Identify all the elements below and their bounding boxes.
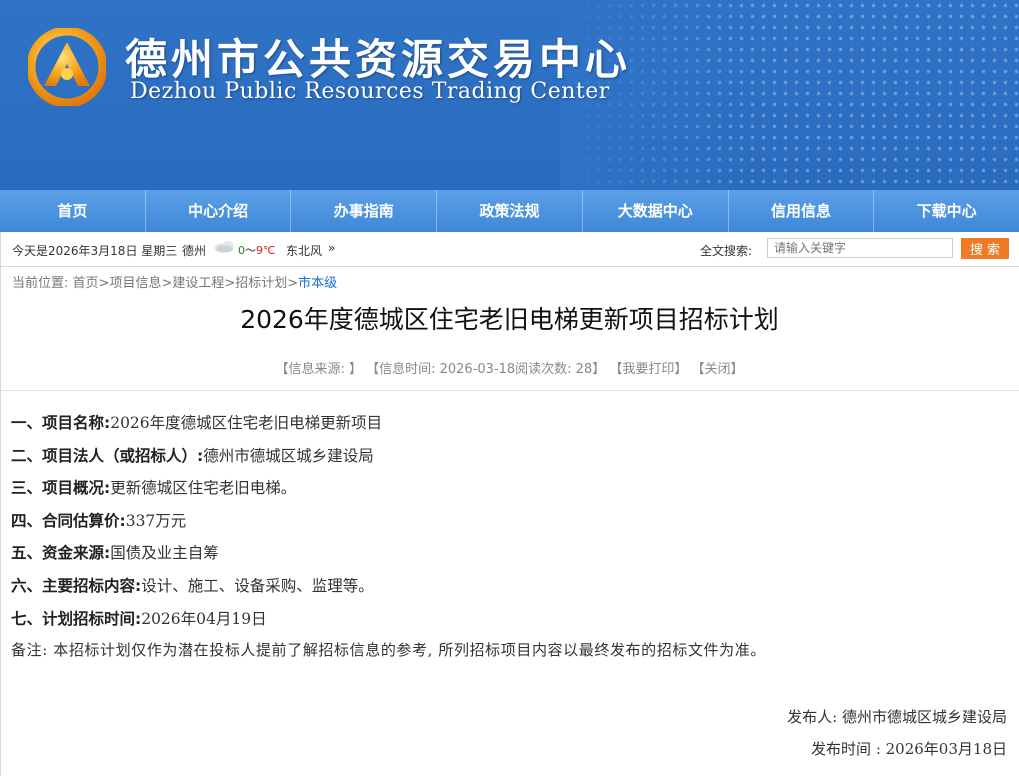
- temp-separator: ～: [245, 244, 256, 257]
- field-project-overview: 三、项目概况:更新德城区住宅老旧电梯。: [11, 476, 766, 509]
- weather-temperature: 0～9℃: [238, 242, 275, 258]
- close-link[interactable]: 【关闭】: [692, 362, 744, 377]
- temp-high: 9℃: [256, 244, 276, 257]
- field-label: 四、合同估算价:: [11, 511, 126, 530]
- field-contract-estimate: 四、合同估算价:337万元: [11, 509, 766, 542]
- breadcrumb: 当前位置: 首页>项目信息>建设工程>招标计划>市本级: [12, 272, 337, 291]
- field-value: 2026年度德城区住宅老旧电梯更新项目: [110, 414, 383, 432]
- field-label: 六、主要招标内容:: [11, 576, 142, 595]
- triangle-ring-logo-icon: [28, 28, 106, 106]
- article-meta: 【信息来源: 】 【信息时间: 2026-03-18阅读次数: 28】 【我要打…: [0, 358, 1019, 377]
- nav-item-about[interactable]: 中心介绍: [146, 190, 292, 232]
- publisher: 发布人: 德州市德城区城乡建设局: [787, 708, 1007, 726]
- breadcrumb-project-info[interactable]: 项目信息>: [109, 276, 172, 291]
- publish-time: 发布时间 : 2026年03月18日: [811, 740, 1007, 758]
- field-project-owner: 二、项目法人（或招标人）:德州市德城区城乡建设局: [11, 444, 766, 477]
- site-title-cn: 德州市公共资源交易中心: [125, 35, 632, 84]
- breadcrumb-current[interactable]: 市本级: [298, 276, 337, 291]
- breadcrumb-bid-plan[interactable]: 招标计划>: [235, 276, 298, 291]
- weather-wind: 东北风: [286, 244, 323, 258]
- breadcrumb-prefix: 当前位置:: [12, 276, 69, 291]
- breadcrumb-construction[interactable]: 建设工程>: [172, 276, 235, 291]
- field-bid-content: 六、主要招标内容:设计、施工、设备采购、监理等。: [11, 574, 766, 607]
- field-label: 三、项目概况:: [11, 479, 111, 498]
- weather-city: 德州: [182, 244, 207, 258]
- field-label: 二、项目法人（或招标人）:: [11, 446, 204, 465]
- meta-source: 【信息来源: 】: [275, 362, 362, 377]
- today-date: 今天是2026年3月18日 星期三: [12, 244, 178, 258]
- field-value: 2026年04月19日: [141, 609, 267, 628]
- field-value: 德州市德城区城乡建设局: [203, 446, 374, 465]
- field-value: 设计、施工、设备采购、监理等。: [141, 576, 374, 595]
- cloud-icon: [215, 241, 234, 253]
- print-link[interactable]: 【我要打印】: [609, 362, 687, 377]
- remark-note: 备注: 本招标计划仅作为潜在投标人提前了解招标信息的参考, 所列招标项目内容以最…: [11, 641, 766, 660]
- field-project-name: 一、项目名称:2026年度德城区住宅老旧电梯更新项目: [11, 411, 766, 444]
- field-label: 五、资金来源:: [11, 544, 111, 563]
- article-body: 一、项目名称:2026年度德城区住宅老旧电梯更新项目 二、项目法人（或招标人）:…: [11, 411, 766, 672]
- search-label: 全文搜索:: [700, 244, 753, 258]
- temp-low: 0: [238, 244, 245, 257]
- field-label: 七、计划招标时间:: [11, 609, 142, 628]
- search-input[interactable]: [767, 238, 953, 258]
- field-value: 国债及业主自筹: [110, 544, 219, 563]
- nav-item-guide[interactable]: 办事指南: [291, 190, 438, 232]
- field-bid-time: 七、计划招标时间:2026年04月19日: [11, 607, 766, 640]
- nav-item-bigdata[interactable]: 大数据中心: [583, 190, 729, 232]
- search-button[interactable]: 搜 索: [961, 238, 1009, 259]
- nav-item-download[interactable]: 下载中心: [874, 190, 1019, 232]
- article-title: 2026年度德城区住宅老旧电梯更新项目招标计划: [240, 305, 779, 334]
- breadcrumb-home[interactable]: 首页>: [73, 276, 110, 291]
- field-value: 337万元: [125, 511, 187, 530]
- nav-item-home[interactable]: 首页: [0, 190, 146, 232]
- field-funding-source: 五、资金来源:国债及业主自筹: [11, 541, 766, 574]
- divider: [0, 390, 1019, 391]
- field-label: 一、项目名称:: [11, 414, 111, 432]
- site-header-banner: 德州市公共资源交易中心 Dezhou Public Resources Trad…: [0, 0, 1019, 190]
- main-nav: 首页 中心介绍 办事指南 政策法规 大数据中心 信用信息 下载中心: [0, 190, 1019, 232]
- nav-item-policy[interactable]: 政策法规: [437, 190, 583, 232]
- nav-item-credit[interactable]: 信用信息: [729, 190, 875, 232]
- site-title-en: Dezhou Public Resources Trading Center: [130, 79, 610, 104]
- meta-time: 【信息时间: 2026-03-18阅读次数: 28】: [366, 362, 606, 377]
- chevron-double-right-icon[interactable]: »: [328, 241, 335, 255]
- field-value: 更新德城区住宅老旧电梯。: [110, 479, 297, 498]
